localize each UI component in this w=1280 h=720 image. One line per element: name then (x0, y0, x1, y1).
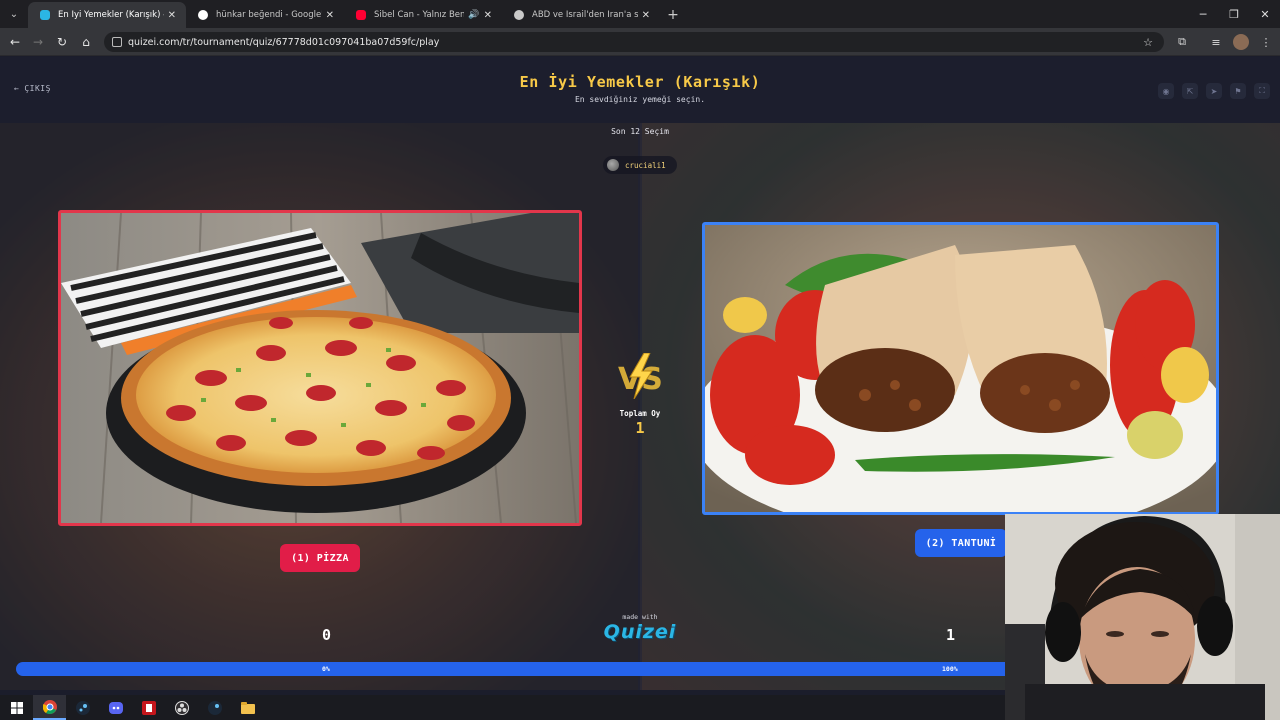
url-text: quizei.com/tr/tournament/quiz/67778d01c0… (128, 36, 440, 48)
tab-title: ABD ve İsrail'den İran'a saldırı (532, 10, 638, 20)
google-favicon-icon (198, 10, 208, 20)
tab-search-icon[interactable]: ⌄ (0, 0, 28, 28)
youtube-favicon-icon (356, 10, 366, 20)
avatar (607, 159, 619, 171)
discord-icon[interactable] (99, 695, 132, 720)
tab-title: hünkar beğendi - Google'da Ar (216, 10, 322, 20)
browser-toolbar: ← → ↻ ⌂ quizei.com/tr/tournament/quiz/67… (0, 28, 1280, 56)
quiz-title: En İyi Yemekler (Karışık) (519, 73, 761, 91)
bookmark-star-icon[interactable]: ☆ (1140, 34, 1156, 50)
media-control-icon[interactable]: ≡ (1208, 34, 1224, 50)
address-bar[interactable]: quizei.com/tr/tournament/quiz/67778d01c0… (104, 32, 1164, 52)
right-choice-card[interactable] (702, 222, 1219, 515)
minimize-icon[interactable]: ─ (1186, 0, 1220, 28)
new-tab-button[interactable]: + (660, 2, 686, 28)
tantuni-image (705, 225, 1216, 512)
site-info-icon[interactable] (112, 37, 122, 47)
eye-icon[interactable]: ◉ (1158, 83, 1174, 99)
round-label: Son 12 Seçim (611, 127, 669, 136)
user-chip: cruciali1 (603, 156, 677, 174)
streamer-webcam-image (1005, 514, 1280, 720)
vs-lightning-icon: VS (618, 353, 663, 399)
browser-tab[interactable]: ABD ve İsrail'den İran'a saldırı ✕ (502, 2, 660, 28)
flag-icon[interactable]: ⚑ (1230, 83, 1246, 99)
close-tab-icon[interactable]: ✕ (168, 10, 176, 21)
close-window-icon[interactable]: ✕ (1248, 0, 1280, 28)
extensions-icon[interactable]: ⧉ (1174, 34, 1190, 50)
left-choice-card[interactable] (58, 210, 582, 526)
media-app-icon[interactable] (132, 695, 165, 720)
obs-icon[interactable] (165, 695, 198, 720)
total-votes-value: 1 (635, 419, 645, 437)
total-votes-label: Toplam Oy (619, 409, 661, 418)
close-tab-icon[interactable]: ✕ (326, 10, 334, 21)
home-icon[interactable]: ⌂ (76, 32, 96, 52)
restore-icon[interactable]: ❐ (1217, 0, 1251, 28)
back-icon[interactable]: ← (5, 32, 25, 52)
close-tab-icon[interactable]: ✕ (642, 10, 650, 21)
browser-tab[interactable]: hünkar beğendi - Google'da Ar ✕ (186, 2, 344, 28)
send-icon[interactable]: ➤ (1206, 83, 1222, 99)
forward-icon[interactable]: → (28, 32, 48, 52)
pizza-image (61, 213, 579, 523)
user-name: cruciali1 (625, 160, 666, 170)
browser-tab-bar: ⌄ En İyi Yemekler (Karışık) - Tier Li ✕ … (0, 0, 1280, 28)
profile-avatar-icon[interactable] (1233, 34, 1249, 50)
quizei-favicon-icon (40, 10, 50, 20)
file-explorer-icon[interactable] (231, 695, 264, 720)
center-divider (638, 123, 642, 690)
steam-icon[interactable] (198, 695, 231, 720)
windows-taskbar (0, 695, 1005, 720)
browser-tab[interactable]: Sibel Can - Yalnız Beni Sev 🔊 ✕ (344, 2, 502, 28)
choose-pizza-button[interactable]: (1) PİZZA (280, 544, 360, 572)
reload-icon[interactable]: ↻ (52, 32, 72, 52)
windows-start-icon[interactable] (0, 695, 33, 720)
news-favicon-icon (514, 10, 524, 20)
fullscreen-icon[interactable]: ⛶ (1254, 83, 1270, 99)
close-tab-icon[interactable]: ✕ (484, 10, 492, 21)
quiz-subtitle: En sevdiğiniz yemeği seçin. (574, 95, 706, 104)
tab-title: Sibel Can - Yalnız Beni Sev (374, 10, 465, 20)
left-percent: 0% (322, 665, 330, 673)
left-score: 0 (322, 626, 332, 644)
webcam-overlay (1005, 514, 1280, 720)
browser-tab-active[interactable]: En İyi Yemekler (Karışık) - Tier Li ✕ (28, 2, 186, 28)
browser-menu-icon[interactable]: ⋮ (1258, 34, 1274, 50)
choose-tantuni-button[interactable]: (2) TANTUNİ (915, 529, 1007, 557)
steam-icon[interactable] (66, 695, 99, 720)
speaker-icon[interactable]: 🔊 (468, 10, 479, 20)
right-percent: 100% (942, 665, 958, 673)
share-icon[interactable]: ⇱ (1182, 83, 1198, 99)
right-score: 1 (946, 626, 956, 644)
tab-title: En İyi Yemekler (Karışık) - Tier Li (58, 10, 164, 20)
chrome-icon[interactable] (33, 695, 66, 720)
